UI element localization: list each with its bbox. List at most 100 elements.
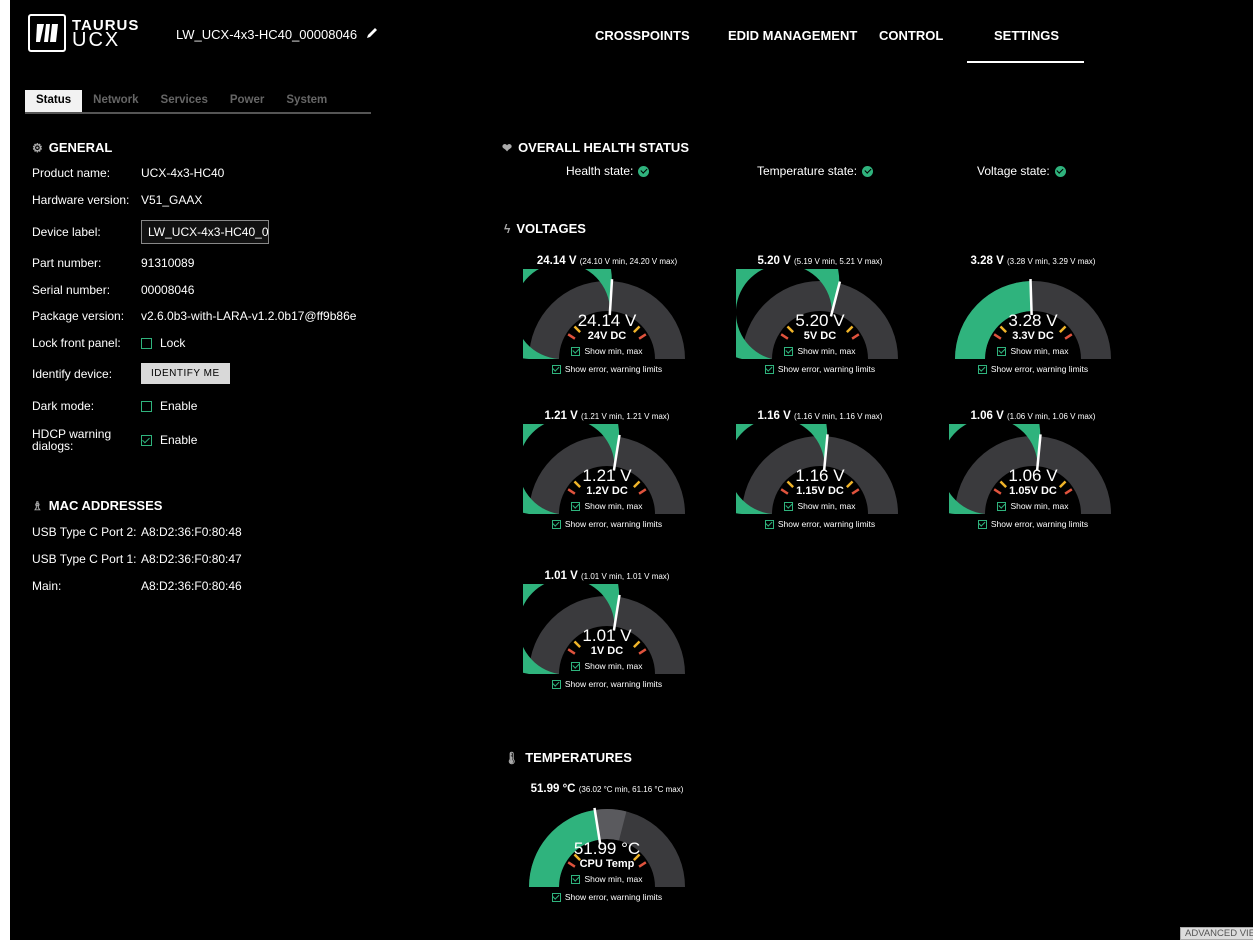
show-limits-option[interactable]: Show error, warning limits — [517, 892, 697, 902]
show-limits-option[interactable]: Show error, warning limits — [730, 364, 910, 374]
show-limits-checkbox[interactable] — [551, 679, 561, 689]
gauge-name: 24V DC — [587, 330, 627, 342]
show-min-max-checkbox[interactable] — [571, 346, 581, 356]
show-min-max-option[interactable]: Show min, max — [517, 661, 697, 671]
show-limits-option[interactable]: Show error, warning limits — [730, 519, 910, 529]
mac-section-title: ♗ MAC ADDRESSES — [32, 498, 162, 513]
show-limits-label: Show error, warning limits — [990, 519, 1089, 529]
show-min-max-checkbox[interactable] — [571, 874, 581, 884]
identify-me-button[interactable]: IDENTIFY ME — [141, 363, 230, 384]
show-min-max-checkbox[interactable] — [571, 501, 581, 511]
device-label-row: Device label: LW_UCX-4x3-HC40_0 — [32, 220, 269, 244]
nav-crosspoints[interactable]: CROSSPOINTS — [595, 28, 690, 43]
show-min-max-checkbox[interactable] — [784, 346, 794, 356]
gauge-name: 1.05V DC — [1009, 485, 1057, 497]
show-limits-checkbox[interactable] — [764, 364, 774, 374]
hdcp-warning-checkbox[interactable] — [141, 434, 152, 446]
show-min-max-checkbox[interactable] — [997, 501, 1007, 511]
gauge-header: 1.21 V (1.21 V min, 1.21 V max) — [517, 410, 697, 422]
show-min-max-option[interactable]: Show min, max — [943, 346, 1123, 356]
package-version-value: v2.6.0b3-with-LARA-v1.2.0b17@ff9b86e — [141, 309, 357, 323]
mac-row: USB Type C Port 1: A8:D2:36:F0:80:47 — [32, 552, 242, 566]
gauge-header: 1.16 V (1.16 V min, 1.16 V max) — [730, 410, 910, 422]
show-min-max-label: Show min, max — [584, 346, 643, 356]
show-limits-label: Show error, warning limits — [564, 364, 663, 374]
hdcp-checkbox-label: Enable — [160, 433, 198, 447]
show-limits-checkbox[interactable] — [977, 364, 987, 374]
hardware-version-value: V51_GAAX — [141, 193, 203, 207]
show-min-max-label: Show min, max — [584, 501, 643, 511]
logo-text-ucx: UCX — [72, 29, 121, 51]
advanced-view-button[interactable]: ADVANCED VIEW — [1180, 927, 1253, 940]
voltages-title-text: VOLTAGES — [516, 221, 586, 236]
hdcp-label-line2: dialogs: — [32, 439, 74, 453]
nav-edid-management[interactable]: EDID MANAGEMENT — [728, 28, 857, 43]
nav-settings[interactable]: SETTINGS — [994, 28, 1059, 43]
show-min-max-label: Show min, max — [797, 501, 856, 511]
show-min-max-option[interactable]: Show min, max — [517, 346, 697, 356]
show-limits-option[interactable]: Show error, warning limits — [943, 364, 1123, 374]
temperatures-section-title: 🌡 TEMPERATURES — [504, 750, 632, 765]
gauge: 3.28 V (3.28 V min, 3.29 V max) 3.28 V 3… — [943, 255, 1123, 425]
show-limits-checkbox[interactable] — [551, 892, 561, 902]
show-min-max-label: Show min, max — [584, 661, 643, 671]
lock-checkbox-label: Lock — [160, 336, 186, 350]
show-limits-checkbox[interactable] — [551, 364, 561, 374]
show-min-max-option[interactable]: Show min, max — [730, 501, 910, 511]
show-min-max-option[interactable]: Show min, max — [517, 874, 697, 884]
show-min-max-option[interactable]: Show min, max — [943, 501, 1123, 511]
voltages-section-title: ϟ VOLTAGES — [504, 221, 586, 236]
gauge-reading: 1.16 V — [757, 410, 791, 422]
nav-control[interactable]: CONTROL — [879, 28, 943, 43]
tab-services[interactable]: Services — [150, 90, 219, 112]
show-min-max-option[interactable]: Show min, max — [730, 346, 910, 356]
gauge-value: 1.06 V — [1008, 466, 1058, 485]
mac-label: USB Type C Port 2: — [32, 525, 137, 539]
gauge-value: 1.16 V — [795, 466, 845, 485]
tab-status[interactable]: Status — [25, 90, 83, 112]
gauge-value: 1.21 V — [582, 466, 632, 485]
show-min-max-option[interactable]: Show min, max — [517, 501, 697, 511]
show-min-max-checkbox[interactable] — [997, 346, 1007, 356]
dark-mode-checkbox[interactable] — [141, 400, 152, 412]
tab-power[interactable]: Power — [219, 90, 276, 112]
hardware-version-label: Hardware version: — [32, 193, 130, 207]
serial-number-row: Serial number: 00008046 — [32, 283, 194, 297]
gauge-reading: 1.21 V — [544, 410, 578, 422]
gauge-name: 1.2V DC — [586, 485, 628, 497]
show-limits-option[interactable]: Show error, warning limits — [943, 519, 1123, 529]
product-name-row: Product name: UCX-4x3-HC40 — [32, 166, 224, 180]
gears-icon: ⚙ — [32, 140, 43, 155]
gauge-reading: 5.20 V — [757, 255, 791, 267]
device-label-label: Device label: — [32, 225, 101, 239]
tab-system[interactable]: System — [275, 90, 338, 112]
gauge-value: 3.28 V — [1008, 311, 1058, 330]
identify-device-row: Identify device: IDENTIFY ME — [32, 363, 230, 384]
lock-front-panel-label: Lock front panel: — [32, 336, 121, 350]
show-limits-option[interactable]: Show error, warning limits — [517, 364, 697, 374]
mac-row: USB Type C Port 2: A8:D2:36:F0:80:48 — [32, 525, 242, 539]
gauge-value: 51.99 °C — [573, 839, 641, 858]
mac-label: USB Type C Port 1: — [32, 552, 137, 566]
show-limits-option[interactable]: Show error, warning limits — [517, 519, 697, 529]
voltage-state-label: Voltage state: — [977, 164, 1050, 178]
gauge-header: 1.01 V (1.01 V min, 1.01 V max) — [517, 570, 697, 582]
tab-network[interactable]: Network — [82, 90, 149, 112]
gauge-header: 5.20 V (5.19 V min, 5.21 V max) — [730, 255, 910, 267]
part-number-row: Part number: 91310089 — [32, 256, 194, 270]
gauge-reading: 51.99 °C — [530, 783, 576, 795]
device-label-input[interactable]: LW_UCX-4x3-HC40_0 — [141, 220, 269, 244]
gauge-value: 24.14 V — [577, 311, 637, 330]
show-limits-checkbox[interactable] — [977, 519, 987, 529]
show-limits-option[interactable]: Show error, warning limits — [517, 679, 697, 689]
edit-pencil-icon[interactable] — [365, 26, 379, 43]
hardware-version-row: Hardware version: V51_GAAX — [32, 193, 202, 207]
lock-checkbox[interactable] — [141, 337, 152, 349]
show-limits-label: Show error, warning limits — [990, 364, 1089, 374]
show-limits-checkbox[interactable] — [764, 519, 774, 529]
show-min-max-checkbox[interactable] — [571, 661, 581, 671]
identify-device-label: Identify device: — [32, 366, 113, 381]
general-title-text: GENERAL — [48, 140, 113, 155]
show-limits-checkbox[interactable] — [551, 519, 561, 529]
show-min-max-checkbox[interactable] — [784, 501, 794, 511]
